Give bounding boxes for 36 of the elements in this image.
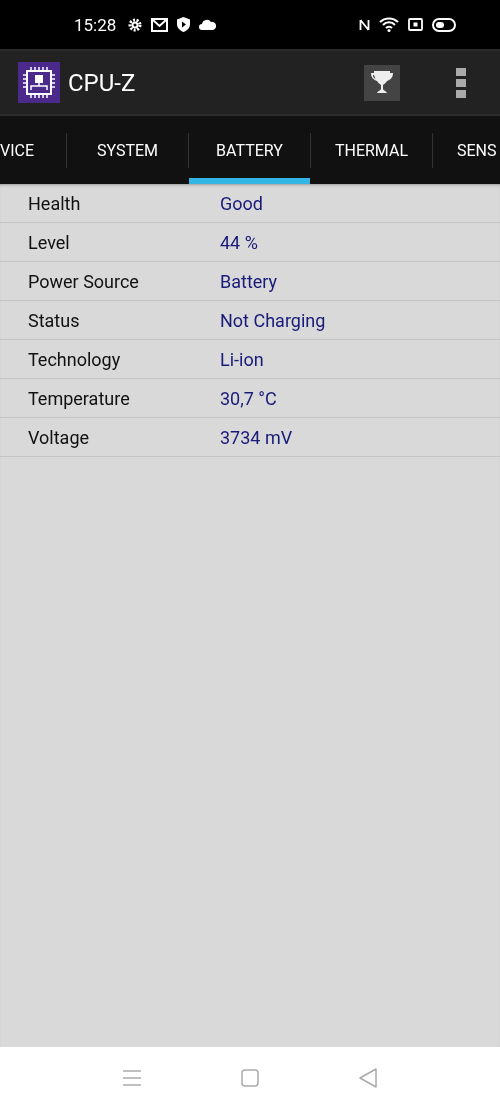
field-label: Temperature — [27, 387, 131, 409]
gear-icon — [128, 17, 143, 32]
trophy-icon — [370, 69, 394, 96]
field-value: Li-ion — [220, 348, 264, 370]
tab[interactable]: SYSTEM — [67, 116, 188, 184]
home-icon[interactable] — [241, 1069, 259, 1087]
tab[interactable]: THERMAL — [311, 116, 432, 184]
field-value: 44 % — [220, 231, 258, 253]
tab[interactable]: SENS — [433, 116, 500, 184]
battery-icon — [432, 17, 456, 32]
back-icon[interactable] — [359, 1068, 377, 1088]
field-label: Level — [27, 231, 71, 253]
tab[interactable]: VICE — [0, 116, 66, 184]
field-value: Not Charging — [220, 309, 326, 331]
field-value: 30,7 °C — [220, 387, 277, 409]
field-label: Status — [27, 309, 81, 331]
field-value: Good — [220, 192, 263, 214]
sim-icon — [408, 18, 423, 31]
field-value: 3734 mV — [220, 426, 293, 448]
mail-icon — [151, 17, 169, 32]
app-title: CPU-Z — [68, 68, 136, 97]
more-options-icon[interactable] — [456, 67, 466, 98]
tab[interactable]: BATTERY — [189, 116, 310, 184]
field-label: Health — [27, 192, 82, 214]
field-value: Battery — [220, 270, 278, 292]
nfc-icon — [359, 17, 370, 32]
menu-icon[interactable] — [123, 1070, 141, 1086]
field-label: Voltage — [27, 426, 91, 448]
clock-time: 15:28 — [74, 14, 117, 35]
chip-logo-icon — [18, 62, 60, 103]
shield-icon — [177, 17, 191, 32]
field-label: Power Source — [27, 270, 140, 292]
cloud-icon — [199, 19, 217, 30]
trophy-button[interactable] — [364, 64, 400, 101]
wifi-icon — [379, 17, 399, 32]
field-label: Technology — [27, 348, 122, 370]
